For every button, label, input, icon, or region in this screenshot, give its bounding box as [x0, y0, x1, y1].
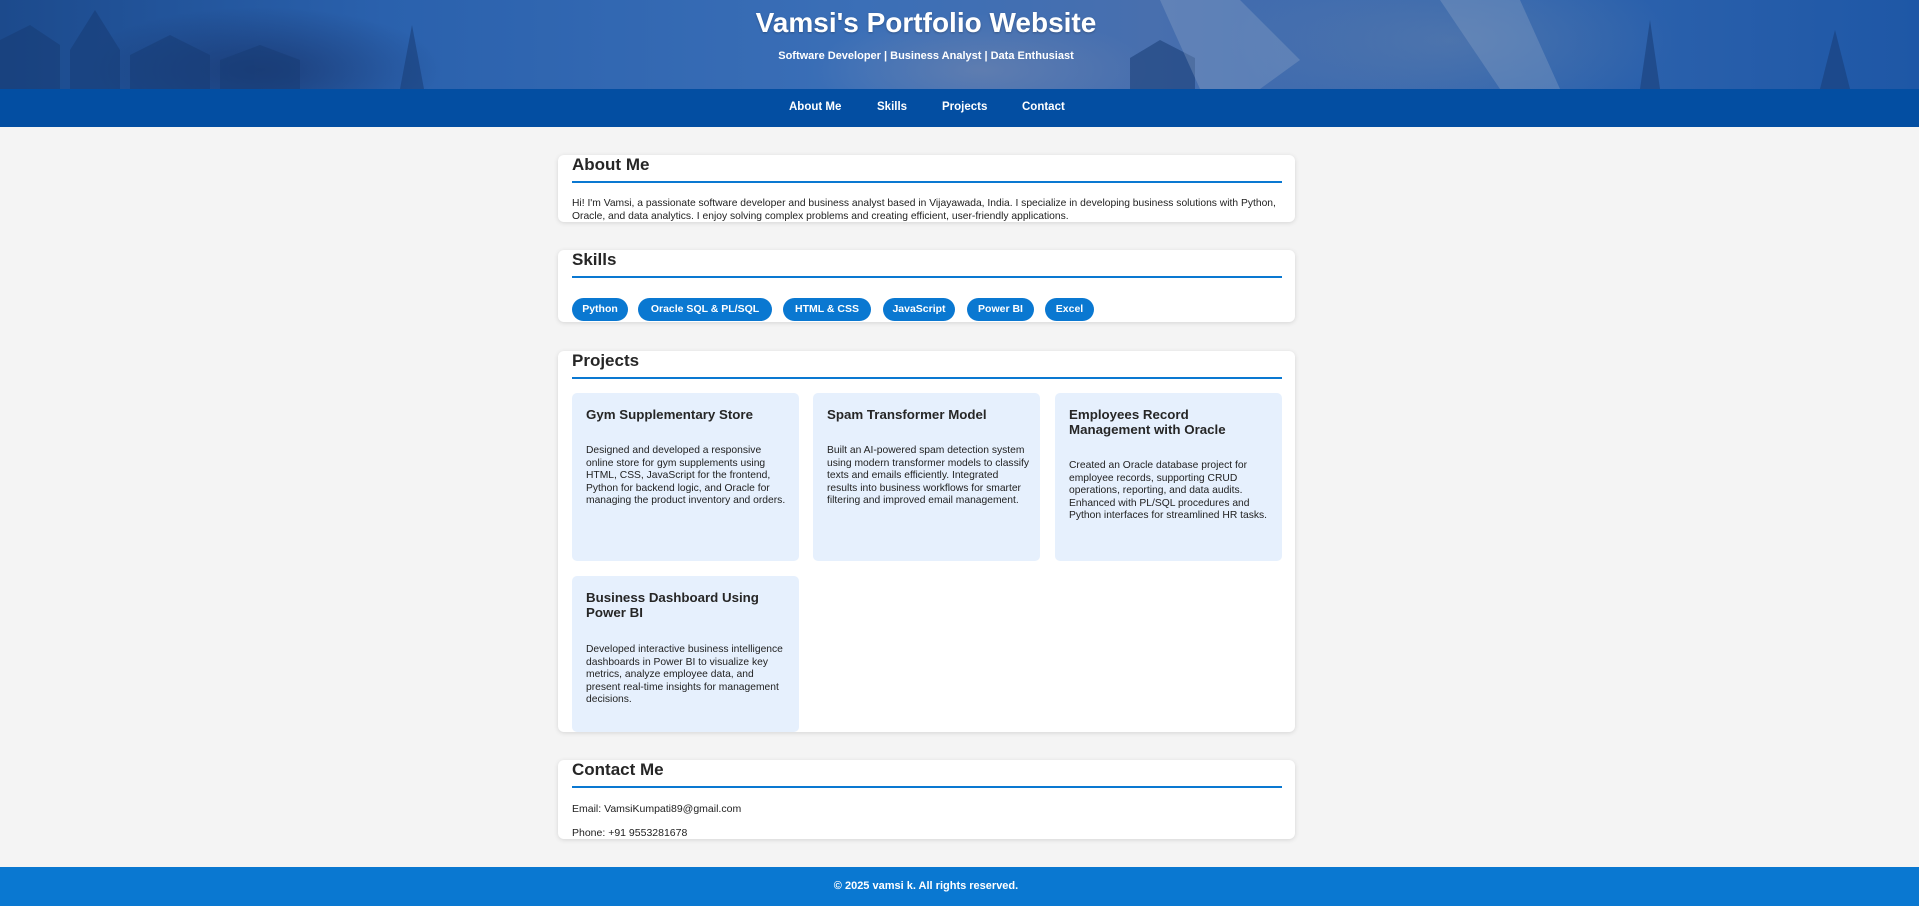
- about-text: Hi! I'm Vamsi, a passionate software dev…: [572, 198, 1276, 222]
- contact-divider: [572, 786, 1282, 788]
- projects-section: Projects Gym Supplementary Store Designe…: [558, 351, 1295, 732]
- contact-section: Contact Me Email: VamsiKumpati89@gmail.c…: [558, 760, 1295, 839]
- about-section: About Me Hi! I'm Vamsi, a passionate sof…: [558, 155, 1295, 222]
- projects-divider: [572, 377, 1282, 379]
- site-title: Vamsi's Portfolio Website: [755, 7, 1097, 38]
- skills-section: Skills Python Oracle SQL & PL/SQL HTML &…: [558, 250, 1295, 322]
- skill-badge-power-bi: Power BI: [967, 298, 1034, 321]
- project-title: Spam Transformer Model: [827, 407, 987, 422]
- project-card: Spam Transformer Model Built an AI-power…: [813, 393, 1040, 561]
- contact-email: Email: VamsiKumpati89@gmail.com: [572, 803, 742, 815]
- contact-heading: Contact Me: [572, 760, 664, 779]
- project-title: Gym Supplementary Store: [586, 407, 753, 422]
- skill-badge-html-css: HTML & CSS: [783, 298, 871, 321]
- skill-badge-oracle-sql: Oracle SQL & PL/SQL: [638, 298, 772, 321]
- project-card: Business Dashboard Using Power BI Develo…: [572, 576, 799, 732]
- site-footer: © 2025 vamsi k. All rights reserved.: [0, 867, 1919, 906]
- site-subtitle: Software Developer | Business Analyst | …: [778, 50, 1074, 62]
- nav-link-contact[interactable]: Contact: [1022, 101, 1065, 113]
- main-nav: About Me Skills Projects Contact: [0, 89, 1919, 127]
- project-description: Developed interactive business intellige…: [586, 644, 783, 706]
- hero-header: Vamsi's Portfolio Website Software Devel…: [0, 0, 1919, 89]
- project-description: Built an AI-powered spam detection syste…: [827, 445, 1030, 507]
- nav-link-projects[interactable]: Projects: [942, 101, 987, 113]
- project-description: Created an Oracle database project for e…: [1069, 460, 1268, 522]
- skills-divider: [572, 276, 1282, 278]
- skill-badge-javascript: JavaScript: [883, 298, 955, 321]
- project-card: Gym Supplementary Store Designed and dev…: [572, 393, 799, 561]
- about-heading: About Me: [572, 155, 650, 174]
- footer-copyright: © 2025 vamsi k. All rights reserved.: [833, 880, 1019, 892]
- nav-link-about-me[interactable]: About Me: [789, 101, 841, 113]
- project-title: Employees Record Management with Oracle: [1069, 407, 1226, 437]
- project-card: Employees Record Management with Oracle …: [1055, 393, 1282, 561]
- project-description: Designed and developed a responsive onli…: [586, 445, 786, 507]
- skill-badge-python: Python: [572, 298, 628, 321]
- about-divider: [572, 181, 1282, 183]
- skill-badge-excel: Excel: [1045, 298, 1094, 321]
- nav-link-skills[interactable]: Skills: [877, 101, 907, 113]
- projects-heading: Projects: [572, 351, 640, 370]
- project-title: Business Dashboard Using Power BI: [586, 590, 759, 620]
- contact-phone: Phone: +91 9553281678: [572, 827, 688, 839]
- skills-heading: Skills: [572, 250, 617, 269]
